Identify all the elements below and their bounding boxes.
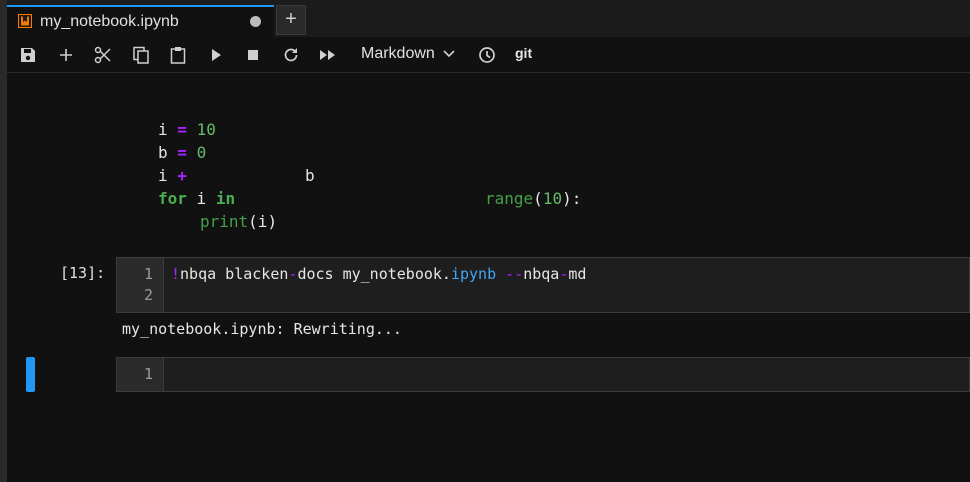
tab-bar: my_notebook.ipynb +	[7, 0, 970, 37]
markdown-token: b	[305, 166, 315, 185]
cell-type-select[interactable]: Markdown	[361, 45, 435, 63]
line-number: 1	[143, 265, 153, 283]
markdown-token: range(10):	[485, 189, 582, 208]
copy-icon[interactable]	[130, 44, 152, 66]
markdown-line: i +	[158, 166, 187, 185]
markdown-line: i = 10	[158, 120, 216, 139]
tab-title: my_notebook.ipynb	[40, 13, 179, 30]
save-icon[interactable]	[17, 44, 39, 66]
execution-prompt: [13]:	[60, 264, 106, 282]
left-sidebar-strip	[0, 0, 7, 482]
unsaved-dot-icon[interactable]	[250, 16, 261, 27]
cell-output: my_notebook.ipynb: Rewriting...	[122, 320, 402, 338]
restart-icon[interactable]	[280, 44, 302, 66]
markdown-line: for i in	[158, 189, 236, 208]
add-icon[interactable]	[55, 44, 77, 66]
run-icon[interactable]	[205, 44, 227, 66]
chevron-down-icon[interactable]	[443, 50, 455, 58]
line-number-gutter: 1 2	[117, 258, 164, 312]
git-button[interactable]: git	[515, 45, 532, 61]
line-number-gutter: 1	[117, 358, 164, 391]
cut-icon[interactable]	[92, 44, 114, 66]
new-tab-button[interactable]: +	[276, 5, 306, 35]
code-line: !nbqa blacken-docs my_notebook.ipynb --n…	[171, 265, 587, 283]
active-cell-indicator	[26, 357, 35, 392]
paste-icon[interactable]	[167, 44, 189, 66]
notebook-toolbar: Markdown git	[7, 37, 970, 73]
line-number: 2	[143, 286, 153, 304]
fast-forward-icon[interactable]	[317, 44, 339, 66]
markdown-line: b = 0	[158, 143, 207, 162]
notebook-icon	[18, 14, 32, 28]
stop-icon[interactable]	[242, 44, 264, 66]
code-cell-editor[interactable]: 1 2 !nbqa blacken-docs my_notebook.ipynb…	[116, 257, 970, 313]
clock-icon[interactable]	[476, 44, 498, 66]
markdown-line: print(i)	[200, 212, 278, 231]
empty-code-cell[interactable]: 1	[116, 357, 970, 392]
notebook-tab[interactable]: my_notebook.ipynb	[7, 5, 274, 37]
line-number: 1	[143, 365, 153, 383]
